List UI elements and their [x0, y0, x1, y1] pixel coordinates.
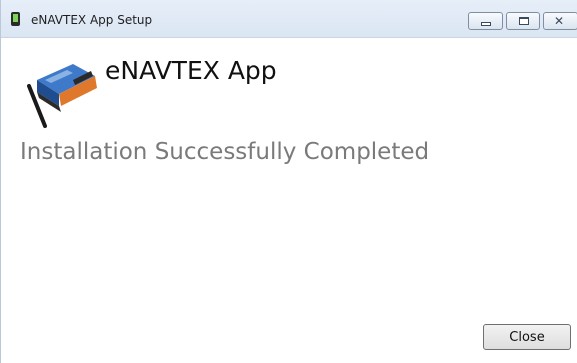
maximize-icon	[519, 17, 529, 25]
enavtex-device-icon	[27, 64, 97, 128]
minimize-button[interactable]	[468, 12, 503, 30]
setup-window: eNAVTEX App Setup ✕ eNAVTEX App Installa…	[0, 0, 577, 363]
app-icon	[11, 12, 20, 26]
app-title: eNAVTEX App	[105, 56, 277, 85]
close-button[interactable]: Close	[483, 324, 571, 350]
title-bar[interactable]: eNAVTEX App Setup ✕	[1, 0, 577, 38]
close-icon: ✕	[554, 14, 565, 28]
minimize-icon	[481, 22, 491, 26]
maximize-button[interactable]	[506, 12, 540, 30]
window-title: eNAVTEX App Setup	[31, 13, 153, 27]
installation-status-text: Installation Successfully Completed	[20, 139, 430, 165]
window-close-button[interactable]: ✕	[543, 12, 577, 30]
